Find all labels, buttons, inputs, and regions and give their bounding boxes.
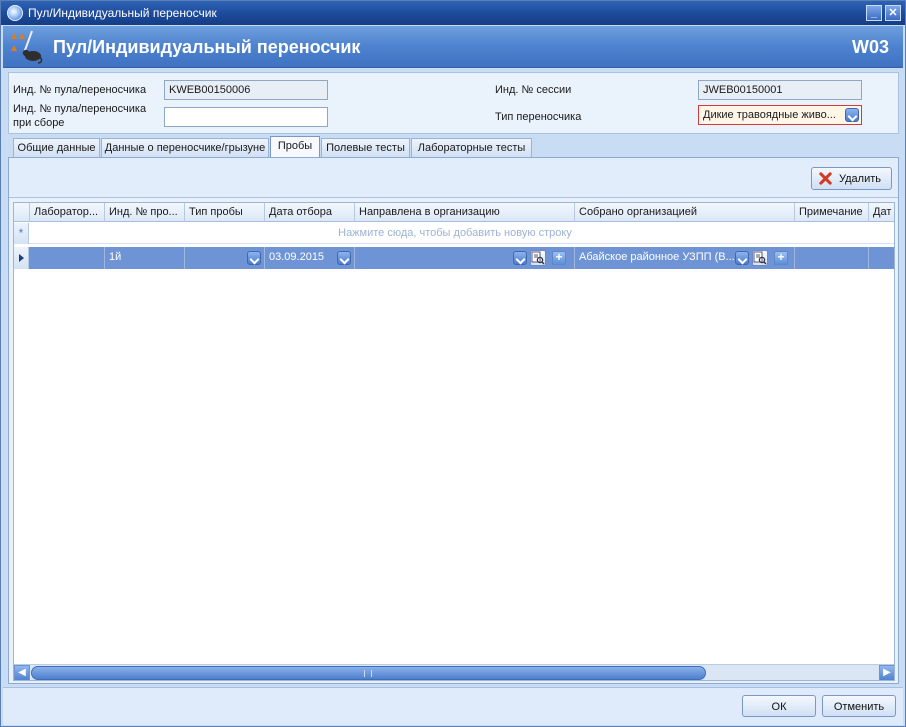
title-bar: Пул/Индивидуальный переносчик _ ✕ <box>1 1 905 25</box>
column-header-note[interactable]: Примечание <box>795 203 869 222</box>
pool-id-label: Инд. № пула/переносчика <box>13 84 147 96</box>
dialog-footer: ОК Отменить <box>3 687 903 725</box>
plus-icon[interactable]: + <box>552 251 566 265</box>
column-header-collected-by[interactable]: Собрано организацией <box>575 203 795 222</box>
grid-header: Лаборатор... Инд. № про... Тип пробы Дат… <box>14 203 894 222</box>
header-banner: Пул/Индивидуальный переносчик W03 <box>3 26 903 68</box>
cell-collection-date-value: 03.09.2015 <box>269 251 325 263</box>
samples-grid: Лаборатор... Инд. № про... Тип пробы Дат… <box>13 202 895 681</box>
search-lookup-icon[interactable] <box>530 250 546 266</box>
chevron-down-icon[interactable] <box>513 251 527 265</box>
new-row[interactable]: * Нажмите сюда, чтобы добавить новую стр… <box>14 223 894 244</box>
session-id-label: Инд. № сессии <box>495 84 572 96</box>
table-row[interactable]: 1й 03.09.2015 + Абайское районное УЗПП (… <box>14 247 894 269</box>
horizontal-scrollbar[interactable]: ◀ ▶ <box>14 664 894 680</box>
new-row-hint[interactable]: Нажмите сюда, чтобы добавить новую строк… <box>14 227 894 239</box>
vector-rodent-logo-icon <box>11 30 43 64</box>
app-globe-icon <box>7 5 23 21</box>
close-window-button[interactable]: ✕ <box>885 5 901 21</box>
column-header-sample-type[interactable]: Тип пробы <box>185 203 265 222</box>
cell-note[interactable] <box>795 247 869 269</box>
column-header-sample-id[interactable]: Инд. № про... <box>105 203 185 222</box>
cell-collection-date[interactable]: 03.09.2015 <box>265 247 355 269</box>
session-id-field[interactable]: JWEB00150001 <box>698 80 862 100</box>
cell-sample-id[interactable]: 1й <box>105 247 185 269</box>
pool-id-collect-label: Инд. № пула/переносчика при сборе <box>13 103 147 129</box>
column-header-sent-to[interactable]: Направлена в организацию <box>355 203 575 222</box>
application-window: Пул/Индивидуальный переносчик _ ✕ Пул/Ин… <box>0 0 906 727</box>
delete-button-label: Удалить <box>839 173 881 185</box>
column-header-collection-date[interactable]: Дата отбора <box>265 203 355 222</box>
tab-field-tests[interactable]: Полевые тесты <box>321 138 410 158</box>
window-title: Пул/Индивидуальный переносчик <box>28 6 217 20</box>
minimize-button[interactable]: _ <box>866 5 882 21</box>
plus-icon[interactable]: + <box>774 251 788 265</box>
chevron-down-icon[interactable] <box>735 251 749 265</box>
ok-button[interactable]: ОК <box>742 695 816 717</box>
scroll-right-icon[interactable]: ▶ <box>879 665 894 680</box>
tab-samples[interactable]: Пробы <box>270 136 320 158</box>
pool-id-collect-field[interactable] <box>164 107 328 127</box>
grid-toolbar: Удалить <box>9 158 898 198</box>
form-code: W03 <box>851 37 889 57</box>
column-header-date[interactable]: Дат <box>869 203 894 222</box>
chevron-down-icon[interactable] <box>247 251 261 265</box>
cell-lab[interactable] <box>30 247 105 269</box>
search-lookup-icon[interactable] <box>752 250 768 266</box>
tab-general[interactable]: Общие данные <box>13 138 100 158</box>
scroll-left-icon[interactable]: ◀ <box>14 665 30 680</box>
cancel-button[interactable]: Отменить <box>822 695 896 717</box>
cell-collected-by-value: Абайское районное УЗПП (В... <box>579 251 734 263</box>
tab-vector-data[interactable]: Данные о переносчике/грызуне <box>101 138 269 158</box>
ok-button-label: ОК <box>771 701 787 713</box>
cell-sample-type[interactable] <box>185 247 265 269</box>
vector-type-label: Тип переносчика <box>495 111 582 123</box>
chevron-down-icon[interactable] <box>845 108 859 122</box>
cancel-button-label: Отменить <box>833 701 885 713</box>
samples-panel: Удалить Лаборатор... Инд. № про... Тип п… <box>8 157 899 684</box>
column-header-lab[interactable]: Лаборатор... <box>30 203 105 222</box>
red-x-icon <box>819 172 832 185</box>
header-corner <box>14 203 30 222</box>
cell-collected-by[interactable]: Абайское районное УЗПП (В... + <box>575 247 795 269</box>
cell-date[interactable] <box>869 247 894 269</box>
cell-sent-to[interactable]: + <box>355 247 575 269</box>
page-title: Пул/Индивидуальный переносчик <box>53 37 361 57</box>
row-pointer-icon <box>14 247 29 269</box>
header-form: Инд. № пула/переносчика KWEB00150006 Инд… <box>8 72 899 134</box>
tab-lab-tests[interactable]: Лабораторные тесты <box>411 138 532 158</box>
delete-button[interactable]: Удалить <box>811 167 892 190</box>
pool-id-field[interactable]: KWEB00150006 <box>164 80 328 100</box>
vector-type-select[interactable]: Дикие травоядные живо... <box>698 105 862 125</box>
vector-type-value: Дикие травоядные живо... <box>703 109 836 121</box>
chevron-down-icon[interactable] <box>337 251 351 265</box>
scrollbar-thumb[interactable] <box>31 666 706 680</box>
